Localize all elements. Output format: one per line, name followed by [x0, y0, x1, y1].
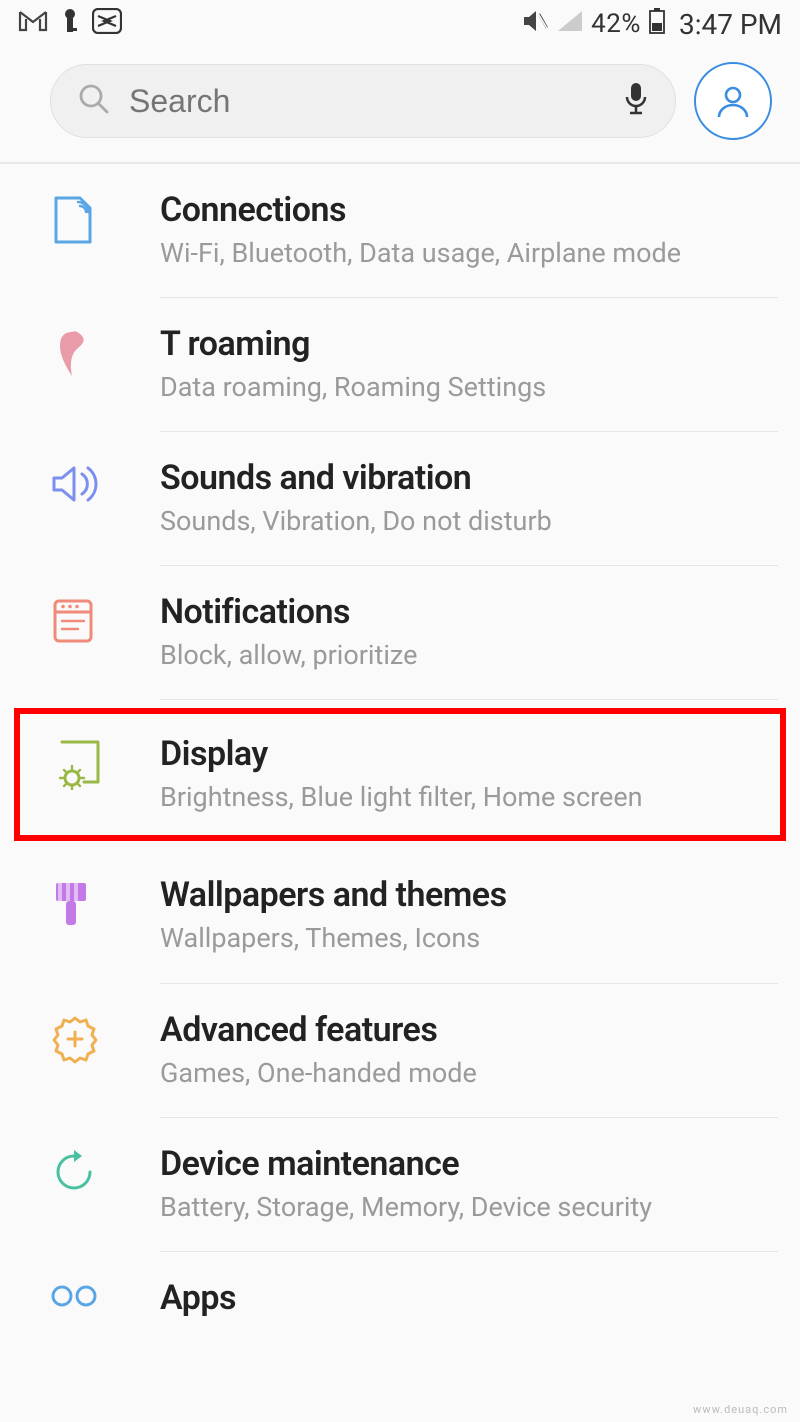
settings-item-subtitle: Brightness, Blue light filter, Home scre… [160, 780, 750, 815]
settings-item-title: T roaming [160, 324, 770, 364]
gear-plus-icon [50, 1010, 160, 1064]
mic-icon[interactable] [623, 81, 649, 121]
settings-item-apps[interactable]: Apps [0, 1252, 800, 1350]
settings-item-troaming[interactable]: T roaming Data roaming, Roaming Settings [0, 298, 800, 431]
settings-item-display[interactable]: Display Brightness, Blue light filter, Ho… [20, 714, 780, 835]
settings-item-title: Apps [160, 1278, 770, 1318]
settings-item-subtitle: Battery, Storage, Memory, Device securit… [160, 1190, 770, 1225]
capcut-icon [92, 8, 122, 41]
person-icon [713, 81, 753, 121]
settings-item-subtitle: Data roaming, Roaming Settings [160, 370, 770, 405]
settings-item-title: Display [160, 734, 750, 774]
search-icon [77, 82, 111, 120]
battery-icon [649, 8, 665, 41]
settings-item-subtitle: Sounds, Vibration, Do not disturb [160, 504, 770, 539]
display-icon [56, 734, 160, 790]
battery-percent: 42% [591, 9, 641, 39]
mute-icon [521, 8, 549, 41]
settings-item-wallpapers[interactable]: Wallpapers and themes Wallpapers, Themes,… [0, 849, 800, 982]
settings-item-title: Wallpapers and themes [160, 875, 770, 915]
roaming-icon [50, 324, 160, 380]
search-field[interactable] [50, 64, 676, 138]
settings-item-notifications[interactable]: Notifications Block, allow, prioritize [0, 566, 800, 699]
profile-button[interactable] [694, 62, 772, 140]
settings-item-title: Advanced features [160, 1010, 770, 1050]
settings-list: Connections Wi-Fi, Bluetooth, Data usage,… [0, 164, 800, 1350]
settings-item-subtitle: Block, allow, prioritize [160, 638, 770, 673]
search-row [0, 48, 800, 158]
status-right: 42% 3:47 PM [521, 8, 782, 41]
settings-item-advanced[interactable]: Advanced features Games, One-handed mode [0, 984, 800, 1117]
settings-item-subtitle: Wallpapers, Themes, Icons [160, 921, 770, 956]
settings-item-subtitle: Wi-Fi, Bluetooth, Data usage, Airplane m… [160, 236, 770, 271]
key-icon [62, 8, 78, 41]
refresh-icon [50, 1144, 160, 1196]
apps-icon [50, 1278, 160, 1312]
brush-icon [50, 875, 160, 931]
settings-item-title: Notifications [160, 592, 770, 632]
settings-item-title: Device maintenance [160, 1144, 770, 1184]
gmail-icon [18, 9, 48, 39]
status-bar: 42% 3:47 PM [0, 0, 800, 48]
settings-item-subtitle: Games, One-handed mode [160, 1056, 770, 1091]
watermark: www.deuaq.com [693, 1403, 788, 1416]
sound-icon [50, 458, 160, 506]
settings-item-connections[interactable]: Connections Wi-Fi, Bluetooth, Data usage,… [0, 164, 800, 297]
settings-item-maintenance[interactable]: Device maintenance Battery, Storage, Memo… [0, 1118, 800, 1251]
settings-item-sounds[interactable]: Sounds and vibration Sounds, Vibration, D… [0, 432, 800, 565]
notif-icon [50, 592, 160, 646]
clock-time: 3:47 PM [679, 8, 782, 41]
divider [160, 699, 778, 700]
settings-item-title: Connections [160, 190, 770, 230]
settings-item-title: Sounds and vibration [160, 458, 770, 498]
sim-icon [50, 190, 160, 246]
search-input[interactable] [129, 83, 605, 120]
signal-icon [557, 9, 583, 39]
status-left-icons [18, 8, 122, 41]
highlight-annotation: Display Brightness, Blue light filter, Ho… [14, 708, 786, 841]
